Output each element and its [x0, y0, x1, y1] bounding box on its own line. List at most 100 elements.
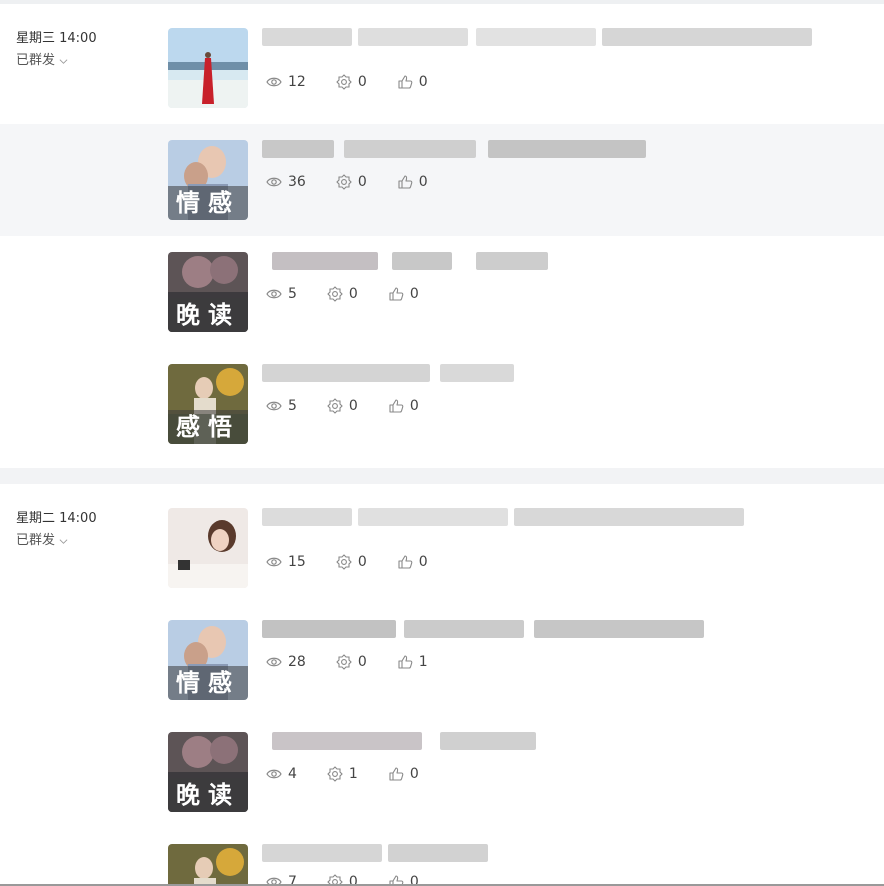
shares-count: 0	[357, 174, 367, 190]
article-row[interactable]: 情感 28 0 1	[0, 604, 884, 716]
likes-count: 1	[418, 654, 428, 670]
views-stat: 5	[266, 286, 297, 302]
article-stats: 5 0 0	[266, 398, 449, 414]
shares-count: 1	[348, 766, 358, 782]
eye-icon	[266, 769, 282, 779]
views-count: 5	[288, 286, 297, 302]
share-gear-icon	[336, 554, 352, 570]
views-stat: 15	[266, 554, 306, 570]
cover-caption: 晚读	[168, 778, 248, 812]
likes-count: 0	[418, 554, 428, 570]
cover-caption: 情感	[168, 186, 248, 220]
article-title-blurred[interactable]	[272, 250, 552, 272]
thumbs-up-icon	[398, 175, 413, 189]
likes-count: 0	[409, 398, 419, 414]
views-count: 15	[288, 554, 306, 570]
article-cover	[168, 28, 248, 108]
thumbs-up-icon	[398, 655, 413, 669]
article-title-blurred[interactable]	[262, 138, 647, 160]
thumbs-up-icon	[389, 287, 404, 301]
article-cover: 情感	[168, 620, 248, 700]
share-gear-icon	[327, 874, 343, 884]
views-stat: 5	[266, 398, 297, 414]
eye-icon	[266, 877, 282, 884]
article-row[interactable]: 7 0 0	[0, 828, 884, 884]
thumbs-up-icon	[389, 875, 404, 884]
views-stat: 28	[266, 654, 306, 670]
views-stat: 7	[266, 874, 297, 884]
shares-count: 0	[357, 74, 367, 90]
shares-count: 0	[357, 654, 367, 670]
likes-stat: 0	[397, 74, 428, 90]
share-gear-icon	[327, 766, 343, 782]
thumbs-up-icon	[398, 75, 413, 89]
article-title-blurred[interactable]	[272, 730, 540, 752]
shares-stat: 0	[336, 654, 367, 670]
article-stats: 28 0 1	[266, 654, 458, 670]
views-stat: 4	[266, 766, 297, 782]
views-count: 5	[288, 398, 297, 414]
article-row[interactable]: 感悟 5 0 0	[0, 348, 884, 460]
article-row[interactable]: 12 0 0	[0, 12, 884, 124]
eye-icon	[266, 657, 282, 667]
views-stat: 12	[266, 74, 306, 90]
cover-caption: 晚读	[168, 298, 248, 332]
article-row[interactable]: 晚读 5 0 0	[0, 236, 884, 348]
likes-count: 0	[418, 74, 428, 90]
likes-count: 0	[409, 766, 419, 782]
views-count: 36	[288, 174, 306, 190]
share-gear-icon	[336, 74, 352, 90]
article-title-blurred[interactable]	[262, 26, 812, 48]
shares-count: 0	[357, 554, 367, 570]
eye-icon	[266, 289, 282, 299]
likes-stat: 0	[388, 766, 419, 782]
article-title-blurred[interactable]	[262, 842, 492, 864]
likes-count: 0	[409, 874, 419, 884]
article-stats: 36 0 0	[266, 174, 458, 190]
article-title-blurred[interactable]	[262, 618, 707, 640]
eye-icon	[266, 77, 282, 87]
shares-stat: 0	[327, 398, 358, 414]
likes-stat: 0	[388, 398, 419, 414]
article-stats: 15 0 0	[266, 554, 458, 570]
article-title-blurred[interactable]	[262, 362, 517, 384]
share-gear-icon	[327, 398, 343, 414]
cover-caption: 情感	[168, 666, 248, 700]
eye-icon	[266, 401, 282, 411]
share-gear-icon	[336, 174, 352, 190]
shares-count: 0	[348, 874, 358, 884]
share-gear-icon	[336, 654, 352, 670]
shares-stat: 0	[336, 174, 367, 190]
shares-count: 0	[348, 398, 358, 414]
shares-stat: 0	[336, 554, 367, 570]
thumbs-up-icon	[398, 555, 413, 569]
thumbs-up-icon	[389, 399, 404, 413]
eye-icon	[266, 557, 282, 567]
shares-count: 0	[348, 286, 358, 302]
shares-stat: 0	[336, 74, 367, 90]
article-stats: 5 0 0	[266, 286, 449, 302]
likes-count: 0	[409, 286, 419, 302]
likes-stat: 0	[397, 174, 428, 190]
eye-icon	[266, 177, 282, 187]
article-title-blurred[interactable]	[262, 506, 752, 528]
group-divider	[0, 468, 884, 484]
views-count: 12	[288, 74, 306, 90]
article-row[interactable]: 情感 36 0 0	[0, 124, 884, 236]
article-stats: 12 0 0	[266, 74, 458, 90]
article-cover: 晚读	[168, 732, 248, 812]
article-stats: 4 1 0	[266, 766, 449, 782]
views-count: 4	[288, 766, 297, 782]
article-row[interactable]: 15 0 0	[0, 492, 884, 604]
share-gear-icon	[327, 286, 343, 302]
shares-stat: 0	[327, 286, 358, 302]
article-stats: 7 0 0	[266, 874, 449, 884]
views-count: 28	[288, 654, 306, 670]
shares-stat: 1	[327, 766, 358, 782]
article-row[interactable]: 晚读 4 1 0	[0, 716, 884, 828]
article-cover	[168, 844, 248, 884]
likes-stat: 0	[388, 874, 419, 884]
likes-stat: 0	[397, 554, 428, 570]
thumbs-up-icon	[389, 767, 404, 781]
article-cover: 感悟	[168, 364, 248, 444]
